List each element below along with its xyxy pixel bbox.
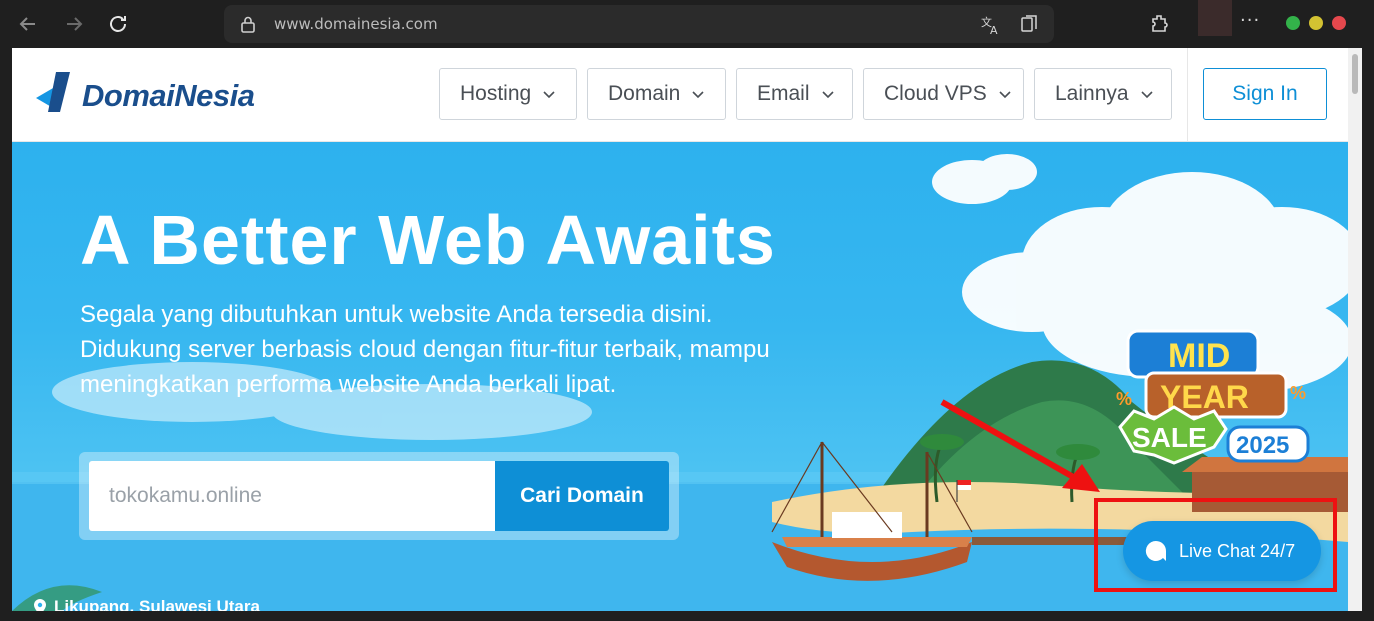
mid-year-sale-badge[interactable]: MID YEAR SALE 2025 % % — [1110, 325, 1310, 485]
logo[interactable]: DomaiNesia — [34, 70, 255, 120]
reload-icon[interactable] — [106, 12, 130, 36]
menu-cloud-vps[interactable]: Cloud VPS — [863, 68, 1024, 120]
location-caption: Likupang, Sulawesi Utara — [32, 597, 260, 611]
location-text: Likupang, Sulawesi Utara — [54, 597, 260, 611]
lock-icon[interactable] — [238, 14, 258, 34]
promo-year: 2025 — [1236, 432, 1289, 459]
chevron-down-icon — [1140, 91, 1153, 99]
chevron-down-icon — [999, 91, 1011, 99]
promo-line3: SALE — [1132, 422, 1207, 453]
address-bar[interactable]: www.domainesia.com 文A — [224, 5, 1054, 43]
header-divider — [1187, 48, 1188, 142]
search-domain-button[interactable]: Cari Domain — [495, 461, 669, 531]
logo-text: DomaiNesia — [82, 78, 255, 113]
extensions-icon[interactable] — [1148, 12, 1172, 36]
svg-text:%: % — [1290, 383, 1306, 403]
domain-search-form: Cari Domain — [79, 452, 679, 540]
profile-avatar[interactable] — [1198, 0, 1232, 36]
chevron-down-icon — [692, 91, 704, 99]
chat-bubble-icon — [1145, 540, 1166, 561]
promo-line1: MID — [1168, 337, 1230, 375]
hero-title: A Better Web Awaits — [80, 201, 776, 279]
sign-in-button[interactable]: Sign In — [1203, 68, 1327, 120]
site-header: DomaiNesia Hosting Domain Email Cloud VP… — [12, 48, 1348, 142]
window-maximize-button[interactable] — [1309, 16, 1323, 30]
scrollbar-thumb[interactable] — [1352, 54, 1358, 94]
reading-list-icon[interactable] — [1018, 14, 1040, 36]
browser-toolbar: www.domainesia.com 文A ··· — [0, 0, 1374, 48]
window-close-button[interactable] — [1332, 16, 1346, 30]
page-viewport: DomaiNesia Hosting Domain Email Cloud VP… — [12, 48, 1362, 611]
live-chat-button[interactable]: Live Chat 24/7 — [1123, 521, 1321, 581]
svg-text:%: % — [1116, 389, 1132, 409]
window-minimize-button[interactable] — [1286, 16, 1300, 30]
menu-domain[interactable]: Domain — [587, 68, 726, 120]
more-icon[interactable]: ··· — [1240, 10, 1260, 31]
hero-banner: A Better Web Awaits Segala yang dibutuhk… — [12, 142, 1348, 611]
annotation-arrow-icon — [940, 399, 1100, 492]
svg-text:A: A — [990, 24, 998, 36]
forward-icon[interactable] — [62, 12, 86, 36]
menu-email-label: Email — [757, 82, 810, 105]
menu-hosting[interactable]: Hosting — [439, 68, 577, 120]
chevron-down-icon — [821, 91, 834, 99]
menu-lainnya[interactable]: Lainnya — [1034, 68, 1172, 120]
menu-domain-label: Domain — [608, 82, 681, 105]
page-scrollbar[interactable] — [1348, 48, 1362, 611]
back-icon[interactable] — [16, 12, 40, 36]
location-pin-icon — [34, 599, 46, 611]
url-text[interactable]: www.domainesia.com — [274, 15, 438, 33]
chevron-down-icon — [543, 91, 555, 99]
menu-email[interactable]: Email — [736, 68, 853, 120]
translate-icon[interactable]: 文A — [980, 14, 1002, 37]
menu-hosting-label: Hosting — [460, 82, 532, 105]
logo-mark-icon — [36, 72, 70, 112]
domain-search-input[interactable] — [89, 461, 495, 531]
live-chat-label: Live Chat 24/7 — [1179, 540, 1296, 561]
hero-subtitle: Segala yang dibutuhkan untuk website And… — [80, 301, 770, 398]
menu-cloud-vps-label: Cloud VPS — [884, 82, 987, 105]
menu-lainnya-label: Lainnya — [1055, 82, 1129, 105]
